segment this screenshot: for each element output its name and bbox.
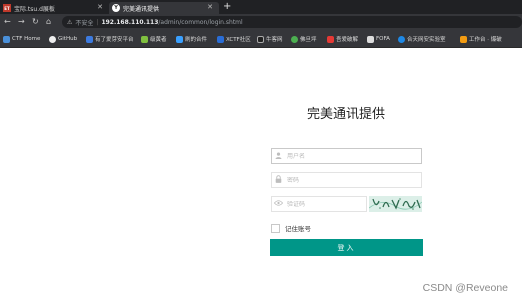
bookmark-favicon-icon — [367, 35, 374, 43]
user-icon — [272, 151, 285, 161]
bookmark-item[interactable]: 合天网安实验室 — [398, 34, 446, 44]
bookmark-item[interactable]: GitHub — [49, 34, 77, 44]
bookmark-item[interactable]: XCTF社区 — [217, 34, 251, 44]
remember-account[interactable]: 记住账号 — [271, 223, 311, 233]
bookmark-item[interactable]: 牛客网 — [257, 34, 283, 44]
url-path: /admin/common/login.shtml — [158, 18, 243, 26]
bookmark-favicon-icon — [217, 35, 224, 43]
bookmark-item[interactable]: CTF Home — [3, 34, 40, 44]
address-bar[interactable]: ⚠ 不安全 | 192.168.110.113 /admin/common/lo… — [62, 16, 522, 28]
bookmark-label: 佛旦坪 — [300, 37, 317, 43]
close-icon[interactable]: ✕ — [207, 3, 213, 11]
bookmark-favicon-icon — [86, 35, 93, 43]
bookmark-item[interactable]: 佛旦坪 — [291, 34, 317, 44]
browser-tab-1[interactable]: ET 宝际.tsu.d展板 ✕ — [0, 2, 109, 14]
url-host: 192.168.110.113 — [101, 18, 159, 26]
bookmark-item[interactable]: 级黄者 — [141, 34, 167, 44]
eye-icon — [272, 200, 285, 208]
captcha-image[interactable] — [369, 196, 422, 212]
captcha-field[interactable] — [271, 196, 367, 212]
bookmarks-bar: CTF Home GitHub 有了爱芽安平台 级黄者 刷的合件 XCTF社区 … — [0, 31, 522, 48]
bookmark-favicon-icon — [176, 35, 183, 43]
back-icon[interactable]: ← — [4, 16, 11, 28]
bookmark-item[interactable]: 有了爱芽安平台 — [86, 34, 134, 44]
browser-tab-2[interactable]: Y 完美通讯提供 ✕ — [109, 2, 219, 14]
divider: | — [96, 18, 99, 26]
bookmark-label: 吾爱破解 — [336, 37, 359, 43]
tab-label: 完美通讯提供 — [123, 5, 160, 13]
captcha-input[interactable] — [285, 200, 364, 208]
bookmark-item[interactable]: 刷的合件 — [176, 34, 207, 44]
bookmark-favicon-icon — [257, 35, 264, 43]
reload-icon[interactable]: ↻ — [32, 16, 39, 28]
lock-icon — [272, 175, 285, 185]
tab-favicon-icon: Y — [112, 4, 120, 12]
bookmark-label: 工作台 · 爆破 — [469, 37, 502, 43]
login-title: 完美通讯提供 — [306, 107, 385, 122]
tab-favicon-icon: ET — [3, 4, 11, 12]
forward-icon[interactable]: → — [18, 16, 25, 28]
login-button[interactable]: 登入 — [270, 239, 423, 256]
bookmark-favicon-icon — [398, 35, 405, 43]
browser-toolbar: ← → ↻ ⌂ ⚠ 不安全 | 192.168.110.113 /admin/c… — [0, 14, 522, 31]
warning-icon[interactable]: ⚠ — [67, 19, 72, 26]
bookmark-label: CTF Home — [12, 36, 41, 42]
bookmark-label: 级黄者 — [150, 37, 167, 43]
bookmark-favicon-icon — [460, 35, 467, 43]
bookmark-favicon-icon — [291, 35, 298, 43]
bookmark-label: 合天网安实验室 — [407, 37, 446, 43]
github-icon — [49, 35, 56, 43]
bookmark-label: GitHub — [58, 36, 78, 42]
password-input[interactable] — [285, 176, 409, 184]
bookmark-label: 牛客网 — [266, 37, 283, 43]
bookmark-favicon-icon — [141, 35, 148, 43]
username-input[interactable] — [285, 152, 409, 160]
bookmark-label: FOFA — [376, 36, 390, 42]
remember-label: 记住账号 — [285, 225, 311, 233]
bookmark-favicon-icon — [327, 35, 334, 43]
bookmark-label: 有了爱芽安平台 — [95, 37, 134, 43]
bookmark-label: 刷的合件 — [185, 37, 208, 43]
tab-label: 宝际.tsu.d展板 — [14, 5, 55, 13]
new-tab-button[interactable]: + — [223, 1, 231, 13]
bookmark-label: XCTF社区 — [226, 37, 251, 43]
username-field[interactable] — [271, 148, 422, 164]
bookmark-item[interactable]: FOFA — [367, 34, 390, 44]
watermark: CSDN @Reveone — [422, 282, 508, 294]
remember-checkbox[interactable] — [271, 223, 280, 233]
bookmark-favicon-icon — [3, 35, 10, 43]
security-label[interactable]: 不安全 — [75, 18, 93, 27]
close-icon[interactable]: ✕ — [97, 3, 103, 11]
bookmark-item[interactable]: 吾爱破解 — [327, 34, 358, 44]
password-field[interactable] — [271, 172, 422, 188]
browser-tab-bar: ET 宝际.tsu.d展板 ✕ Y 完美通讯提供 ✕ + — [0, 0, 522, 14]
bookmark-item[interactable]: 工作台 · 爆破 — [460, 34, 502, 44]
home-icon[interactable]: ⌂ — [46, 16, 51, 28]
